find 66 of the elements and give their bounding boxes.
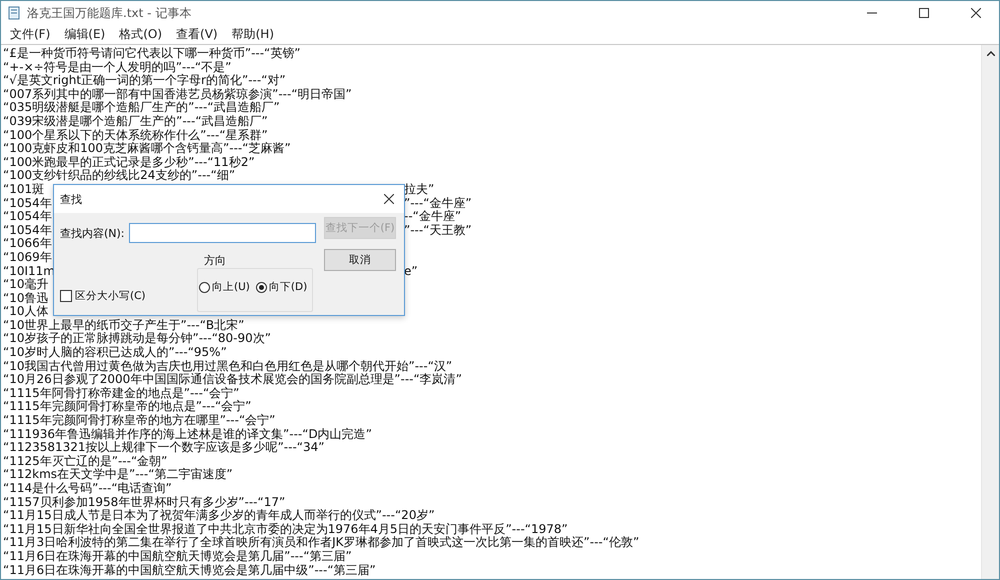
text-line: “11月15日新华社向全国全世界报道了中共北京市委的决定为1976年4月5日的天安门事件平反”---“1978”: [3, 522, 568, 536]
text-line: “1157贝利参加1958年世界杯时只有多少岁”---“17”: [3, 496, 286, 509]
text-line: “√是英文right正确一词的第一个字母r的简化”---“对”: [3, 74, 286, 88]
text-line: “1054年: [3, 224, 52, 237]
text-line: “10I11m: [3, 264, 55, 278]
text-line: “£是一种货币符号请问它代表以下哪一种货币”---“英镑”: [3, 47, 300, 61]
menu-item[interactable]: 查看(V): [169, 26, 225, 43]
checkbox-option[interactable]: 区分大小写(C): [60, 289, 146, 303]
notepad-icon: [7, 6, 21, 20]
text-line: “11月3日哈利波特的第二集在举行了全球首映所有演员和作者JK罗琳都参加了首映式这一次比第一集的首映还”---“伦敦”: [3, 536, 640, 550]
radio-icon[interactable]: [256, 282, 267, 292]
caret-icon: [986, 51, 994, 56]
text-line: “1125年灭亡辽的是”---“金朝”: [3, 454, 168, 468]
radio-icon[interactable]: [199, 282, 210, 292]
text-line: ”---“天王教”: [404, 224, 472, 238]
text-line: “10我国古代曾用过黄色做为吉庆也用过黑色和白色用红色是从哪个朝代开始”---“汉”: [3, 360, 452, 373]
cancel-button[interactable]: 取消: [324, 249, 396, 271]
menu-item[interactable]: 文件(F): [3, 26, 58, 43]
text-line: “035明级潜艇是哪个造船厂生产的”---“武昌造船厂”: [3, 101, 280, 114]
close-icon: [971, 8, 981, 18]
close-icon: [384, 194, 394, 204]
text-line: “11月6日在珠海开幕的中国航空航天博览会是第几届中级”---“第三届”: [3, 564, 376, 578]
checkbox-icon[interactable]: [60, 290, 72, 302]
dialog-title: 查找: [60, 192, 83, 206]
text-line: “007系列其中的哪一部有中国香港艺员杨紫琼参演”---“明日帝国”: [3, 88, 352, 101]
text-line: 拉夫”: [404, 182, 434, 197]
text-line: e”: [404, 264, 418, 278]
text-line: “10世界上最早的纸币交子产生于”---“B北宋”: [3, 318, 244, 332]
text-line: “+-×÷符号是由一个人发明的吗”---“不是”: [3, 60, 232, 74]
text-line: “100米跑最早的正式记录是多少秒”---“11秒2”: [3, 156, 255, 169]
text-line: “1054年: [3, 196, 52, 210]
text-line: “1115年阿骨打称帝建金的地点是”---“会宁”: [3, 386, 240, 400]
text-line: “039宋级潜是哪个造船厂生产的”---“武昌造船厂”: [3, 114, 268, 129]
search-field[interactable]: [128, 223, 316, 243]
menu-item[interactable]: 编辑(E): [57, 26, 112, 43]
text-line: “114是什么号码”---“电话查询”: [3, 482, 172, 496]
maximize-icon: [919, 8, 929, 18]
text-line: “101斑: [3, 182, 44, 197]
text-line: “112kms在天文学中是”---“第二宇宙速度”: [3, 468, 233, 482]
text-line: “1123581321按以上规律下一个数字应该是多少呢”---“34”: [3, 441, 324, 455]
radio-option[interactable]: 向上(U): [199, 280, 250, 294]
radio-option[interactable]: 向下(D): [256, 280, 308, 294]
text-line: “100克虾皮和100克芝麻酱哪个含钙量高”---“芝麻酱”: [3, 142, 291, 156]
text-line: “111936年鲁迅编辑并作序的海上述林是谁的译文集”---“D内山完造”: [3, 428, 372, 441]
text-line: “10岁孩子的正常脉搏跳动是每分钟”---“80-90次”: [3, 332, 271, 346]
text-line: “1115年完颜阿骨打称皇帝的地点是”---“会宁”: [3, 400, 252, 414]
text-line: “10毫升: [3, 278, 48, 292]
text-line: “1066年: [3, 237, 52, 251]
text-line: “10月26日参观了2000年中国国际通信设备技术展览会的国务院副总理是”---“李岚清”: [3, 373, 462, 386]
text-line: “10人体: [3, 305, 48, 319]
text-line: “1069年: [3, 250, 52, 264]
text-line: “11月6日在珠海开幕的中国航空航天博览会是第几届”---“第三届”: [3, 550, 352, 564]
text-line: “10岁时人脑的容积已达成人的”---“95%”: [3, 346, 227, 360]
field-label: 查找内容(N):: [60, 226, 125, 240]
text-line: “100支纱针织品的纱线比24支纱的”---“细”: [3, 169, 236, 183]
text-line: “11月15日成人节是日本为了祝贺年满多少岁的青年成人而举行的仪式”---“20岁”: [3, 509, 435, 523]
text-line: “100个星系以下的天体系统称作什么”---“星系群”: [3, 128, 268, 142]
text-line: ”---“金牛座”: [404, 196, 472, 210]
text-line: “1054年: [3, 210, 52, 224]
text-line: “10鲁迅: [3, 292, 48, 305]
scrollbar[interactable]: [981, 45, 999, 579]
window-title: 洛克王国万能题库.txt - 记事本: [27, 4, 192, 22]
menu-item[interactable]: 帮助(H): [224, 26, 281, 43]
text-line: “1115年完颜阿骨打称皇帝的地方在哪里”---“会宁”: [3, 414, 276, 428]
text-line: --“金牛座”: [404, 210, 462, 224]
menu-item[interactable]: 格式(O): [112, 26, 170, 43]
